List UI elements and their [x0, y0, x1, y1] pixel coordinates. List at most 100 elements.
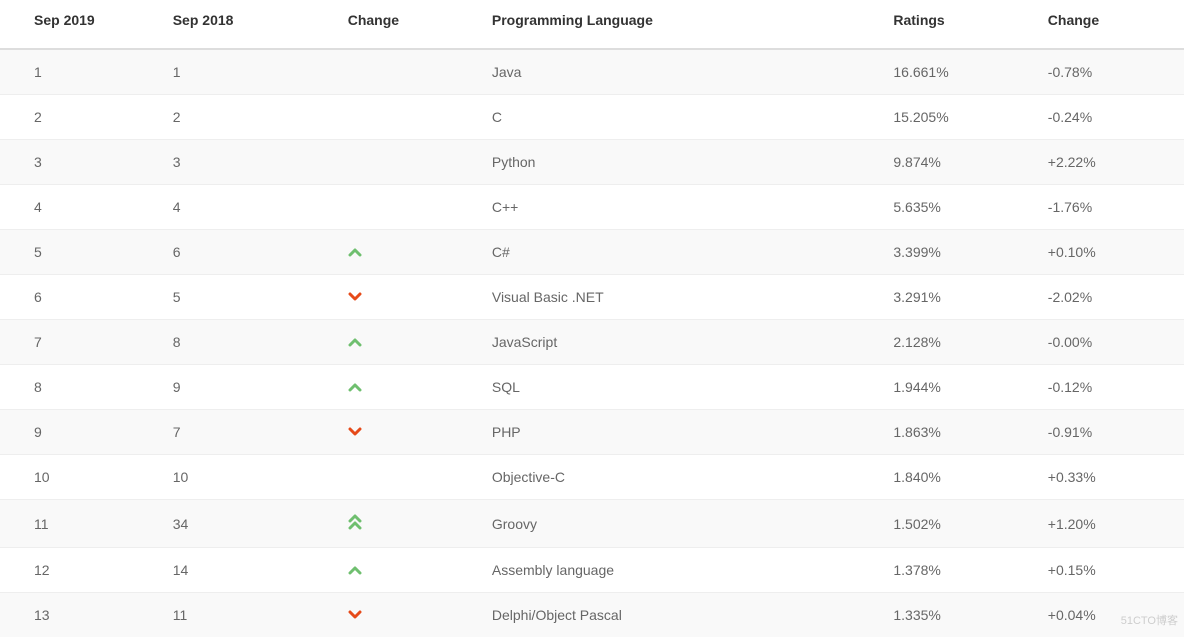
cell-ratings: 5.635% — [885, 185, 1039, 230]
cell-change: +1.20% — [1040, 500, 1184, 548]
header-language: Programming Language — [484, 0, 886, 49]
cell-rank-2019: 4 — [0, 185, 165, 230]
cell-change: +0.15% — [1040, 548, 1184, 593]
cell-rank-2019: 1 — [0, 49, 165, 95]
cell-language: Groovy — [484, 500, 886, 548]
cell-rank-2019: 2 — [0, 95, 165, 140]
cell-trend — [340, 140, 484, 185]
cell-trend — [340, 455, 484, 500]
header-change-icon: Change — [340, 0, 484, 49]
table-row: 89 SQL1.944%-0.12% — [0, 365, 1184, 410]
table-row: 97 PHP1.863%-0.91% — [0, 410, 1184, 455]
cell-rank-2018: 34 — [165, 500, 340, 548]
cell-rank-2018: 10 — [165, 455, 340, 500]
cell-rank-2018: 14 — [165, 548, 340, 593]
cell-ratings: 9.874% — [885, 140, 1039, 185]
table-row: 1010 Objective-C1.840%+0.33% — [0, 455, 1184, 500]
trend-down-icon — [348, 610, 362, 620]
trend-down-icon — [348, 427, 362, 437]
cell-trend — [340, 230, 484, 275]
table-row: 65 Visual Basic .NET3.291%-2.02% — [0, 275, 1184, 320]
cell-rank-2019: 11 — [0, 500, 165, 548]
trend-up-icon — [348, 382, 362, 392]
cell-rank-2018: 1 — [165, 49, 340, 95]
cell-rank-2019: 7 — [0, 320, 165, 365]
cell-change: +0.10% — [1040, 230, 1184, 275]
cell-ratings: 1.840% — [885, 455, 1039, 500]
cell-rank-2019: 10 — [0, 455, 165, 500]
cell-language: JavaScript — [484, 320, 886, 365]
trend-up-icon — [348, 247, 362, 257]
cell-rank-2018: 6 — [165, 230, 340, 275]
cell-trend — [340, 49, 484, 95]
cell-rank-2019: 9 — [0, 410, 165, 455]
table-row: 11 Java16.661%-0.78% — [0, 49, 1184, 95]
cell-rank-2018: 9 — [165, 365, 340, 410]
cell-rank-2018: 8 — [165, 320, 340, 365]
cell-language: Delphi/Object Pascal — [484, 593, 886, 637]
cell-rank-2019: 13 — [0, 593, 165, 637]
cell-rank-2018: 2 — [165, 95, 340, 140]
table-row: 1214Assembly language1.378%+0.15% — [0, 548, 1184, 593]
cell-ratings: 2.128% — [885, 320, 1039, 365]
cell-trend — [340, 548, 484, 593]
cell-language: Python — [484, 140, 886, 185]
cell-ratings: 3.399% — [885, 230, 1039, 275]
cell-language: C# — [484, 230, 886, 275]
cell-rank-2019: 5 — [0, 230, 165, 275]
cell-change: -0.91% — [1040, 410, 1184, 455]
cell-ratings: 15.205% — [885, 95, 1039, 140]
cell-change: -2.02% — [1040, 275, 1184, 320]
cell-rank-2018: 3 — [165, 140, 340, 185]
cell-trend — [340, 95, 484, 140]
trend-up-icon — [348, 565, 362, 575]
table-row: 33 Python9.874%+2.22% — [0, 140, 1184, 185]
cell-ratings: 1.944% — [885, 365, 1039, 410]
header-change: Change — [1040, 0, 1184, 49]
cell-language: Visual Basic .NET — [484, 275, 886, 320]
cell-language: PHP — [484, 410, 886, 455]
cell-ratings: 1.863% — [885, 410, 1039, 455]
cell-language: Java — [484, 49, 886, 95]
cell-change: -0.00% — [1040, 320, 1184, 365]
header-ratings: Ratings — [885, 0, 1039, 49]
header-sep2018: Sep 2018 — [165, 0, 340, 49]
table-row: 44 C++5.635%-1.76% — [0, 185, 1184, 230]
cell-ratings: 16.661% — [885, 49, 1039, 95]
cell-rank-2018: 11 — [165, 593, 340, 637]
cell-rank-2019: 3 — [0, 140, 165, 185]
trend-double-up-icon — [348, 514, 362, 530]
cell-change: +2.22% — [1040, 140, 1184, 185]
cell-language: C++ — [484, 185, 886, 230]
table-row: 78 JavaScript2.128%-0.00% — [0, 320, 1184, 365]
cell-rank-2018: 7 — [165, 410, 340, 455]
cell-ratings: 1.502% — [885, 500, 1039, 548]
cell-change: -0.24% — [1040, 95, 1184, 140]
cell-trend — [340, 320, 484, 365]
header-row: Sep 2019 Sep 2018 Change Programming Lan… — [0, 0, 1184, 49]
table-row: 22C15.205%-0.24% — [0, 95, 1184, 140]
cell-trend — [340, 275, 484, 320]
cell-rank-2019: 8 — [0, 365, 165, 410]
cell-trend — [340, 500, 484, 548]
cell-language: Assembly language — [484, 548, 886, 593]
cell-trend — [340, 593, 484, 637]
cell-change: -0.12% — [1040, 365, 1184, 410]
cell-change: -1.76% — [1040, 185, 1184, 230]
cell-language: SQL — [484, 365, 886, 410]
cell-rank-2019: 12 — [0, 548, 165, 593]
trend-down-icon — [348, 292, 362, 302]
cell-ratings: 3.291% — [885, 275, 1039, 320]
cell-language: Objective-C — [484, 455, 886, 500]
header-sep2019: Sep 2019 — [0, 0, 165, 49]
cell-change: +0.33% — [1040, 455, 1184, 500]
cell-rank-2019: 6 — [0, 275, 165, 320]
cell-rank-2018: 5 — [165, 275, 340, 320]
cell-rank-2018: 4 — [165, 185, 340, 230]
table-row: 1134 Groovy1.502%+1.20% — [0, 500, 1184, 548]
cell-change: -0.78% — [1040, 49, 1184, 95]
cell-ratings: 1.335% — [885, 593, 1039, 637]
cell-change: +0.04% — [1040, 593, 1184, 637]
cell-trend — [340, 365, 484, 410]
cell-trend — [340, 410, 484, 455]
